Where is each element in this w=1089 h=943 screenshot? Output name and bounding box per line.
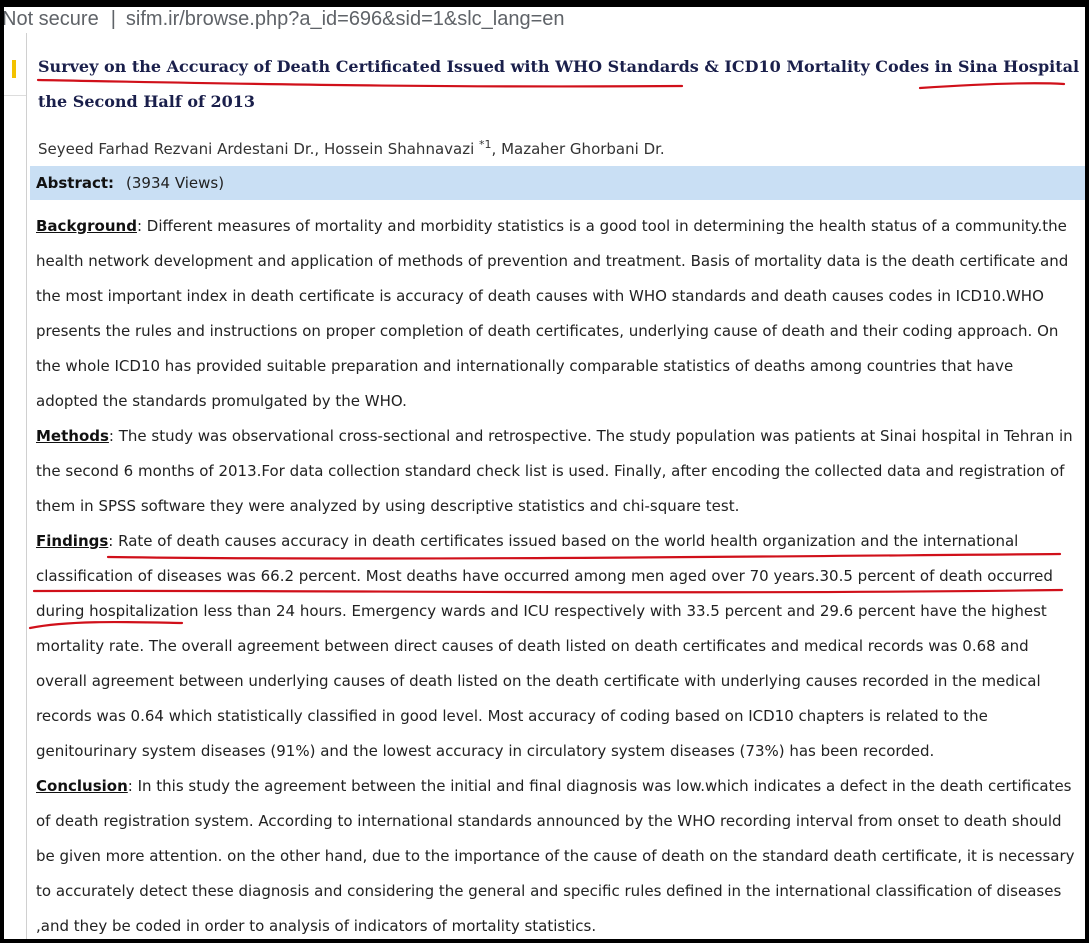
authors-before: Seyeed Farhad Rezvani Ardestani Dr., Hos… [38, 140, 480, 158]
address-bar[interactable]: Not secure | sifm.ir/browse.php?a_id=696&s… [4, 6, 1084, 32]
background-text: : Different measures of mortality and mo… [36, 217, 1069, 410]
abstract-label: Abstract: [36, 174, 115, 192]
author-footnote: *1 [479, 138, 492, 151]
view-count: (3934 Views) [126, 174, 225, 192]
sidebar-marker [12, 60, 16, 78]
article-panel: Survey on the Accuracy of Death Certific… [26, 33, 1085, 939]
article-title-line1: Survey on the Accuracy of Death Certific… [38, 57, 1085, 76]
address-separator: | [110, 8, 116, 30]
abstract-body: Background: Different measures of mortal… [36, 209, 1076, 939]
conclusion-text: : In this study the agreement between th… [36, 777, 1075, 935]
article-title: Survey on the Accuracy of Death Certific… [38, 49, 1085, 119]
methods-text: : The study was observational cross-sect… [36, 427, 1073, 515]
findings-text: : Rate of death causes accuracy in death… [36, 532, 1053, 760]
background-heading: Background [36, 217, 137, 235]
findings-heading: Findings [36, 532, 109, 550]
author-list: Seyeed Farhad Rezvani Ardestani Dr., Hos… [38, 138, 665, 158]
methods-heading: Methods [36, 427, 109, 445]
url-text[interactable]: sifm.ir/browse.php?a_id=696&sid=1&slc_la… [126, 8, 565, 30]
security-indicator[interactable]: Not secure [4, 8, 99, 30]
conclusion-heading: Conclusion [36, 777, 128, 795]
abstract-header: Abstract: (3934 Views) [30, 166, 1085, 200]
findings-paragraph: Findings: Rate of death causes accuracy … [36, 524, 1076, 769]
methods-paragraph: Methods: The study was observational cro… [36, 419, 1076, 524]
conclusion-paragraph: Conclusion: In this study the agreement … [36, 769, 1076, 939]
authors-after: , Mazaher Ghorbani Dr. [491, 140, 665, 158]
article-title-line2: the Second Half of 2013 [38, 92, 255, 111]
background-paragraph: Background: Different measures of mortal… [36, 209, 1076, 419]
divider [4, 95, 26, 96]
